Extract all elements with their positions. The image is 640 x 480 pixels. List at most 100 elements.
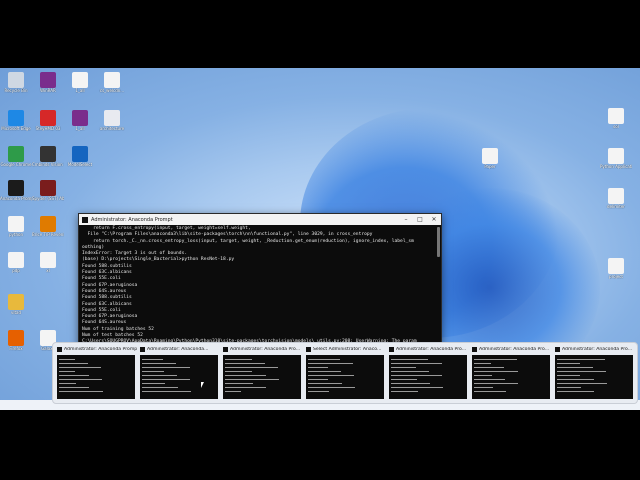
file-icon	[104, 110, 120, 126]
terminal-titlebar[interactable]: Administrator: Anaconda Prompt – □ ✕	[79, 214, 441, 225]
mouse-cursor	[201, 382, 204, 388]
taskbar-preview[interactable]: Administrator: Anaconda Pro...	[553, 345, 635, 401]
desktop-icon[interactable]: vitad	[0, 294, 32, 315]
desktop-icon[interactable]: ModelSelect	[64, 146, 96, 167]
desktop-icon[interactable]: Spyder (SST) Abst	[32, 180, 64, 201]
desktop-icon-label: vitad	[10, 310, 22, 315]
taskbar-preview-title: Administrator: Anaconda Prompt	[64, 347, 137, 352]
desktop-icon-label: Recycle Bin	[4, 88, 28, 93]
desktop-icon-label: xl	[46, 268, 50, 273]
desktop-icon[interactable]: WinRAR	[32, 72, 64, 93]
taskbar-preview[interactable]: Administrator: Anaconda Pro...	[470, 345, 552, 401]
desktop-icon-label: cs_welcdn...	[99, 88, 125, 93]
desktop-icon-label: Spyder (SST) Abst	[32, 196, 64, 201]
taskbar-preview-thumbnail	[555, 355, 633, 399]
taskbar-preview-strip: Administrator: Anaconda Prompt Administra…	[52, 342, 638, 404]
desktop-icon[interactable]: SteyHMD 03	[32, 110, 64, 131]
taskbar-preview-title: Administrator: Anaconda Pro...	[230, 347, 301, 352]
recycle-bin-icon	[8, 72, 24, 88]
desktop-icon-label: WinRAR	[40, 88, 56, 93]
taskbar-preview-header: Administrator: Anaconda...	[138, 345, 220, 354]
taskbar-preview-header: Administrator: Anaconda Pro...	[553, 345, 635, 354]
winrar-icon	[40, 72, 56, 88]
desktop-icon-label: architecture	[99, 126, 125, 131]
file-icon	[482, 148, 498, 164]
file-icon	[8, 252, 24, 268]
app-icon	[72, 146, 88, 162]
folder-icon	[8, 294, 24, 310]
desktop-icon-label: Google Chrome	[0, 162, 32, 167]
file-icon	[8, 216, 24, 232]
terminal-icon	[8, 180, 24, 196]
desktop-icon-label: Python Application	[600, 164, 632, 169]
maximize-button[interactable]: □	[413, 216, 427, 223]
terminal-icon	[82, 216, 88, 223]
desktop-icon[interactable]: delimiter	[600, 188, 632, 209]
desktop-icon[interactable]: pdp	[0, 252, 32, 273]
taskbar-preview[interactable]: Administrator: Anaconda Pro...	[387, 345, 469, 401]
terminal-icon	[555, 347, 560, 352]
taskbar-preview-header: Administrator: Anaconda Pro...	[470, 345, 552, 354]
taskbar-preview-header: Administrator: Anaconda Prompt	[55, 345, 137, 354]
app-icon	[40, 146, 56, 162]
taskbar-preview[interactable]: Administrator: Anaconda Prompt	[55, 345, 137, 401]
desktop-icon[interactable]: architecture	[96, 110, 128, 131]
desktop-icon[interactable]: sol	[600, 108, 632, 129]
desktop-icon-label: 1_all	[75, 126, 85, 131]
taskbar-preview-thumbnail	[57, 355, 135, 399]
desktop-icon[interactable]: Brice T/P Reveniw...	[32, 216, 64, 237]
chrome-icon	[8, 146, 24, 162]
desktop-icon[interactable]: xl	[32, 252, 64, 273]
close-button[interactable]: ✕	[427, 216, 441, 223]
desktop-icon[interactable]: Python Application	[600, 148, 632, 169]
desktop-icon-label: pdp	[12, 268, 20, 273]
taskbar-preview[interactable]: Administrator: Anaconda Pro...	[221, 345, 303, 401]
desktop-icon[interactable]: python	[0, 216, 32, 237]
file-icon	[104, 72, 120, 88]
taskbar-preview-header: Select Administrator: Anaco...	[304, 345, 386, 354]
terminal-icon	[472, 347, 477, 352]
edge-icon	[8, 110, 24, 126]
desktop-icon[interactable]: Microsoft Edge	[0, 110, 32, 131]
app-icon	[40, 110, 56, 126]
terminal-icon	[140, 347, 145, 352]
taskbar-preview-thumbnail	[472, 355, 550, 399]
desktop-icon[interactable]: Anaconda Prompt	[0, 180, 32, 201]
desktop-icon[interactable]: Paper	[474, 148, 506, 169]
terminal-scrollbar[interactable]	[437, 227, 440, 257]
terminal-icon	[306, 347, 311, 352]
desktop-icon-label: project	[609, 274, 623, 279]
taskbar-preview-title: Administrator: Anaconda...	[147, 347, 209, 352]
terminal-icon	[389, 347, 394, 352]
desktop-icon[interactable]: project	[600, 258, 632, 279]
taskbar-preview[interactable]: Administrator: Anaconda...	[138, 345, 220, 401]
desktop-icon-label: SteyHMD 03	[35, 126, 61, 131]
desktop-icon-label: python	[9, 232, 23, 237]
taskbar-preview-thumbnail	[140, 355, 218, 399]
desktop-icon-label: delimiter	[607, 204, 625, 209]
desktop-icon-label: Microsoft Edge	[1, 126, 31, 131]
firefox-icon	[8, 330, 24, 346]
desktop-icon[interactable]: Firefox	[0, 330, 32, 351]
terminal-icon	[223, 347, 228, 352]
desktop-icon[interactable]: Google Chrome	[0, 146, 32, 167]
desktop-icon[interactable]: 1_all	[64, 110, 96, 131]
taskbar-preview-title: Administrator: Anaconda Pro...	[479, 347, 550, 352]
desktop-icon-label: ModelSelect	[67, 162, 93, 167]
desktop-icon-label: Brice T/P Reveniw...	[32, 232, 64, 237]
desktop-icon[interactable]: Recycle Bin	[0, 72, 32, 93]
spyder-icon	[40, 180, 56, 196]
desktop-icon[interactable]: 1_all	[64, 72, 96, 93]
file-icon	[608, 188, 624, 204]
taskbar-preview-thumbnail	[389, 355, 467, 399]
file-icon	[40, 252, 56, 268]
taskbar-preview[interactable]: Select Administrator: Anaco...	[304, 345, 386, 401]
taskbar-preview-thumbnail	[223, 355, 301, 399]
desktop-icon[interactable]: cs_welcdn...	[96, 72, 128, 93]
taskbar-preview-title: Administrator: Anaconda Pro...	[396, 347, 467, 352]
minimize-button[interactable]: –	[399, 216, 413, 223]
taskbar-preview-header: Administrator: Anaconda Pro...	[221, 345, 303, 354]
file-icon	[608, 108, 624, 124]
desktop-icon[interactable]: Cmbinds Vision Stram	[32, 146, 64, 167]
desktop-icon-label: sol	[613, 124, 619, 129]
